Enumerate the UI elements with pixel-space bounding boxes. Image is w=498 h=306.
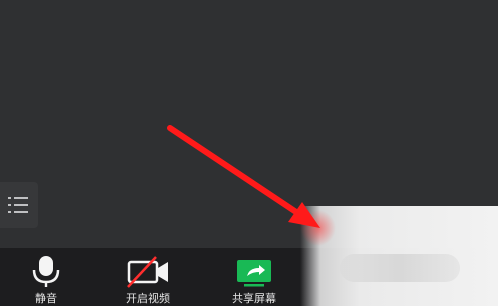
- annotation-arrow-icon: [167, 125, 336, 246]
